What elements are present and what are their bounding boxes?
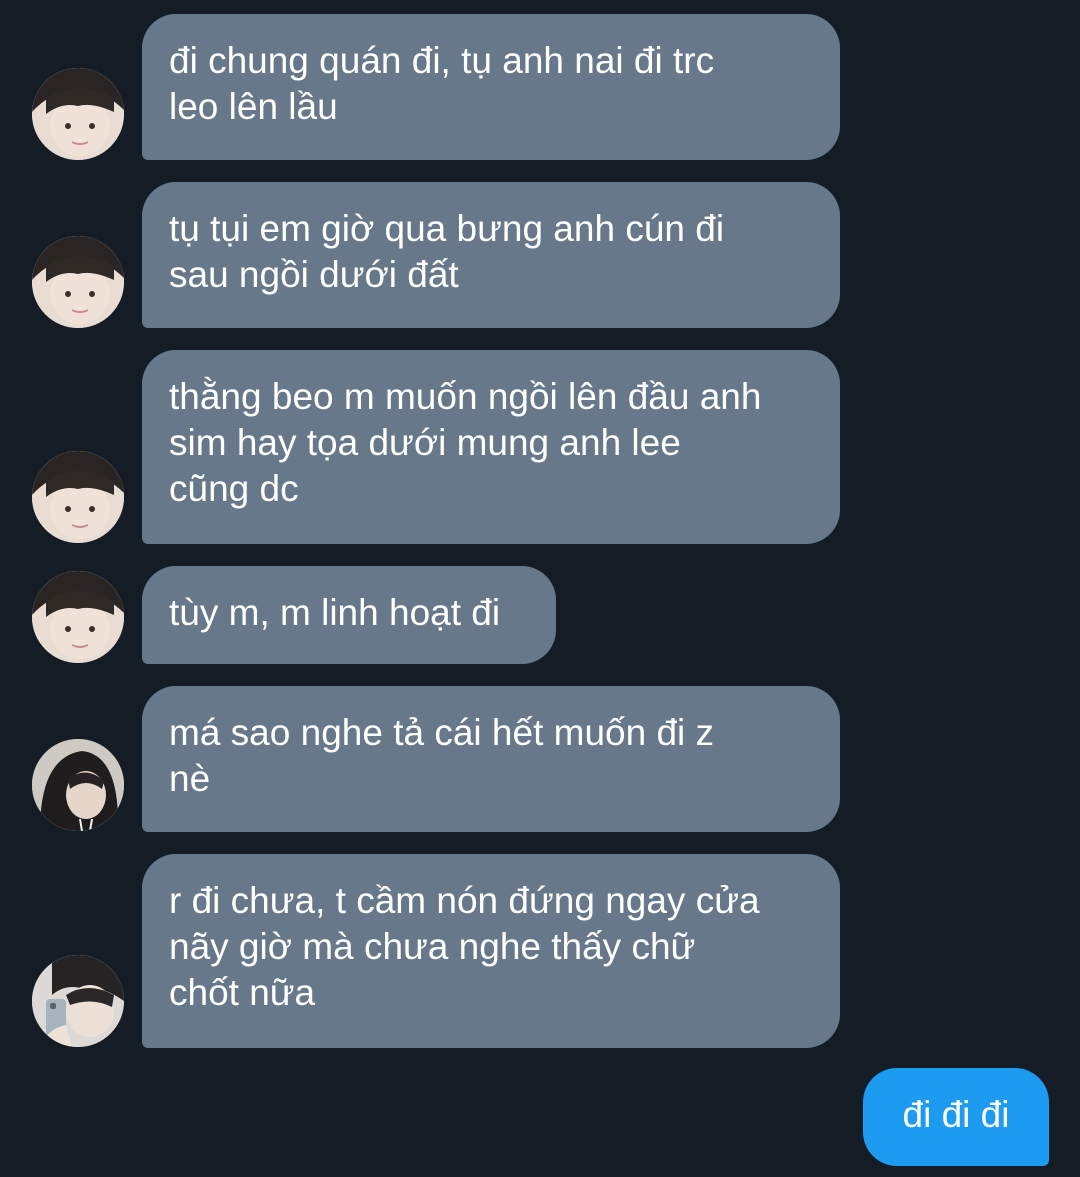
avatar-hoodie-icon[interactable]	[32, 739, 124, 831]
incoming-message-bubble[interactable]: tụ tụi em giờ qua bưng anh cún đi sau ng…	[142, 182, 840, 328]
avatar-boy-face-icon[interactable]	[32, 68, 124, 160]
incoming-message-bubble[interactable]: tùy m, m linh hoạt đi	[142, 566, 556, 664]
avatar-boy-face-icon[interactable]	[32, 236, 124, 328]
avatar-boy-face-icon[interactable]	[32, 451, 124, 543]
message-thread: đi chung quán đi, tụ anh nai đi trc leo …	[0, 0, 1080, 1177]
incoming-message-bubble[interactable]: thằng beo m muốn ngồi lên đầu anh sim ha…	[142, 350, 840, 544]
incoming-message-bubble[interactable]: đi chung quán đi, tụ anh nai đi trc leo …	[142, 14, 840, 160]
outgoing-message-bubble[interactable]: đi đi đi	[863, 1068, 1049, 1166]
avatar-boy-face-icon[interactable]	[32, 571, 124, 663]
incoming-message-bubble[interactable]: má sao nghe tả cái hết muốn đi z nè	[142, 686, 840, 832]
avatar-selfie-icon[interactable]	[32, 955, 124, 1047]
incoming-message-bubble[interactable]: r đi chưa, t cầm nón đứng ngay cửa nãy g…	[142, 854, 840, 1048]
